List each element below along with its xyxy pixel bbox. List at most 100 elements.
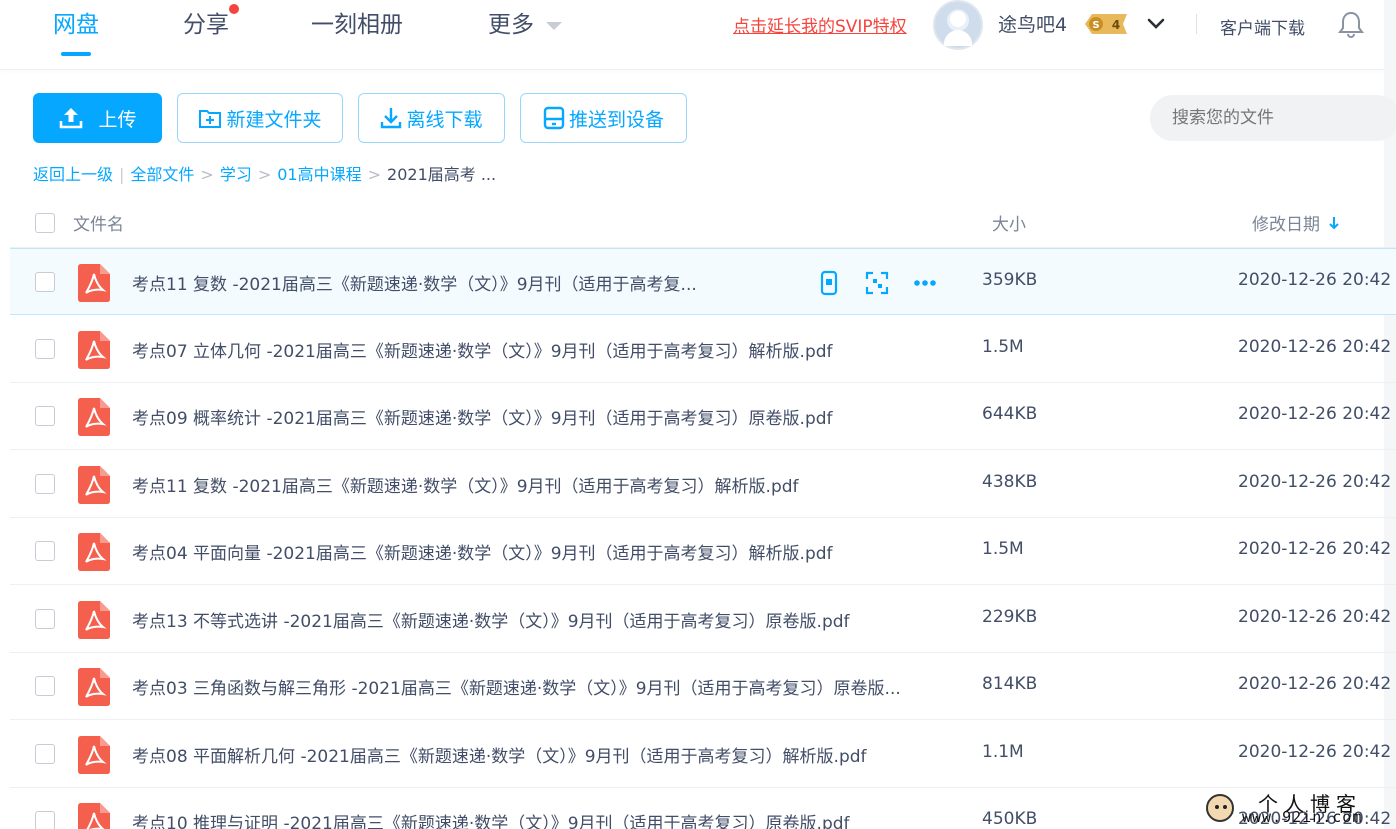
header-size[interactable]: 大小 (992, 210, 1026, 235)
file-row[interactable]: 考点03 三角函数与解三角形 -2021届高三《新题速递·数学（文）》9月刊（适… (10, 653, 1396, 720)
client-download-link[interactable]: 客户端下载 (1220, 14, 1305, 39)
pdf-icon (78, 668, 110, 706)
header-modified[interactable]: 修改日期 (1252, 210, 1340, 235)
row-checkbox[interactable] (35, 406, 55, 426)
file-row[interactable]: 考点07 立体几何 -2021届高三《新题速递·数学（文）》9月刊（适用于高考复… (10, 316, 1396, 383)
row-checkbox[interactable] (35, 811, 55, 829)
select-all-checkbox[interactable] (35, 213, 55, 233)
file-row[interactable]: 考点11 复数 -2021届高三《新题速递·数学（文）》9月刊（适用于高考复习）… (10, 451, 1396, 518)
breadcrumb-all-files[interactable]: 全部文件 (130, 165, 194, 184)
search-input[interactable] (1150, 95, 1396, 141)
pdf-icon (78, 735, 110, 774)
chevron-down-icon[interactable] (1146, 14, 1166, 34)
row-checkbox[interactable] (35, 338, 55, 359)
row-checkbox[interactable] (35, 743, 55, 764)
file-row[interactable]: 考点13 不等式选讲 -2021届高三《新题速递·数学（文）》9月刊（适用于高考… (10, 586, 1396, 653)
tab-netdisk[interactable]: 网盘 (53, 8, 99, 56)
breadcrumb-separator: > (200, 165, 214, 184)
bell-icon[interactable] (1338, 10, 1364, 38)
upload-label: 上传 (98, 108, 137, 131)
notification-dot (229, 4, 239, 14)
device-icon (543, 106, 565, 130)
file-name[interactable]: 考点07 立体几何 -2021届高三《新题速递·数学（文）》9月刊（适用于高考复… (132, 337, 962, 362)
file-name[interactable]: 考点11 复数 -2021届高三《新题速递·数学（文）》9月刊（适用于高考复习）… (132, 472, 962, 497)
pdf-icon (78, 264, 110, 302)
new-folder-button[interactable]: 新建文件夹 (177, 93, 343, 143)
watermark-eye (1215, 805, 1219, 809)
offline-download-label: 离线下载 (406, 108, 483, 131)
offline-download-button[interactable]: 离线下载 (358, 93, 505, 143)
file-date: 2020-12-26 20:42 (1238, 741, 1392, 762)
file-date: 2020-12-26 20:42 (1238, 674, 1392, 694)
file-date: 2020-12-26 20:42 (1238, 270, 1392, 290)
file-size: 814KB (982, 674, 1038, 694)
file-size: 1.5M (982, 336, 1024, 357)
file-name[interactable]: 考点13 不等式选讲 -2021届高三《新题速递·数学（文）》9月刊（适用于高考… (132, 607, 962, 632)
file-name[interactable]: 考点11 复数 -2021届高三《新题速递·数学（文）》9月刊（适用于高考复..… (132, 270, 732, 295)
file-name[interactable]: 考点09 概率统计 -2021届高三《新题速递·数学（文）》9月刊（适用于高考复… (132, 404, 962, 429)
tab-album[interactable]: 一刻相册 (311, 8, 403, 42)
svip-renew-link[interactable]: 点击延长我的SVIP特权 (733, 12, 907, 37)
row-checkbox[interactable] (35, 541, 55, 561)
file-row[interactable]: 考点11 复数 -2021届高三《新题速递·数学（文）》9月刊（适用于高考复..… (10, 248, 1396, 315)
file-row[interactable]: 考点09 概率统计 -2021届高三《新题速递·数学（文）》9月刊（适用于高考复… (10, 383, 1396, 450)
avatar[interactable] (933, 0, 983, 50)
more-options-icon[interactable] (912, 270, 938, 296)
breadcrumb-study[interactable]: 学习 (220, 165, 252, 184)
file-row[interactable]: 考点08 平面解析几何 -2021届高三《新题速递·数学（文）》9月刊（适用于高… (10, 721, 1396, 788)
breadcrumb: 返回上一级 | 全部文件 > 学习 >01高中课程 >2021届高考 ... (33, 163, 496, 187)
nav-divider (1196, 14, 1197, 34)
new-folder-icon (199, 110, 222, 128)
row-checkbox[interactable] (35, 676, 55, 696)
push-device-button[interactable]: 推送到设备 (520, 93, 687, 143)
row-checkbox[interactable] (35, 473, 55, 494)
avatar-body (944, 30, 972, 46)
file-row[interactable]: 考点04 平面向量 -2021届高三《新题速递·数学（文）》9月刊（适用于高考复… (10, 518, 1396, 585)
username[interactable]: 途鸟吧4 (998, 10, 1067, 37)
file-date: 2020-12-26 20:42 (1238, 471, 1392, 492)
file-row[interactable]: 考点10 推理与证明 -2021届高三《新题速递·数学（文）》9月刊（适用于高考… (10, 788, 1396, 829)
upload-icon (60, 108, 83, 129)
row-checkbox[interactable] (35, 272, 55, 292)
file-size: 438KB (982, 471, 1038, 492)
file-size: 1.1M (982, 741, 1024, 762)
pdf-icon (78, 803, 110, 829)
file-name[interactable]: 考点03 三角函数与解三角形 -2021届高三《新题速递·数学（文）》9月刊（适… (132, 674, 962, 699)
upload-button[interactable]: 上传 (33, 93, 162, 143)
pdf-icon (78, 330, 110, 369)
tab-album-label: 一刻相册 (311, 12, 403, 38)
pdf-icon (78, 465, 110, 504)
avatar-head (950, 11, 966, 27)
caret-down-icon (546, 21, 562, 30)
header-filename[interactable]: 文件名 (73, 210, 124, 235)
row-checkbox[interactable] (35, 608, 55, 629)
file-name[interactable]: 考点08 平面解析几何 -2021届高三《新题速递·数学（文）》9月刊（适用于高… (132, 742, 962, 767)
file-date: 2020-12-26 20:42 (1238, 539, 1392, 559)
file-date: 2020-12-26 20:42 (1238, 404, 1392, 424)
file-name[interactable]: 考点10 推理与证明 -2021届高三《新题速递·数学（文）》9月刊（适用于高考… (132, 809, 962, 829)
pdf-icon (78, 533, 110, 571)
send-to-phone-icon[interactable] (816, 270, 842, 296)
push-device-label: 推送到设备 (568, 108, 664, 131)
tab-netdisk-label: 网盘 (53, 12, 99, 38)
file-size: 1.5M (982, 539, 1024, 559)
watermark-eye (1223, 805, 1227, 809)
svg-text:S: S (1092, 20, 1099, 31)
tab-more-label: 更多 (488, 12, 534, 38)
watermark: 个人博客 www.92in.com (1200, 788, 1390, 828)
tab-share[interactable]: 分享 (183, 4, 239, 42)
top-nav: 网盘 分享 一刻相册 更多 点击延长我的SVIP特权 途鸟吧4 S 4 客户端下… (0, 0, 1396, 70)
tab-share-label: 分享 (183, 12, 229, 38)
breadcrumb-highschool[interactable]: 01高中课程 (277, 165, 361, 184)
share-qr-icon[interactable] (864, 270, 890, 296)
pdf-icon (78, 398, 110, 436)
file-name[interactable]: 考点04 平面向量 -2021届高三《新题速递·数学（文）》9月刊（适用于高考复… (132, 539, 962, 564)
breadcrumb-current: 2021届高考 ... (387, 165, 497, 184)
tab-more[interactable]: 更多 (488, 8, 562, 42)
breadcrumb-back[interactable]: 返回上一级 (33, 165, 113, 184)
breadcrumb-separator: > (367, 165, 382, 184)
active-tab-indicator (61, 52, 91, 56)
watermark-face-icon (1206, 794, 1234, 822)
file-size: 229KB (982, 606, 1038, 627)
watermark-url: www.92in.com (1242, 808, 1363, 826)
